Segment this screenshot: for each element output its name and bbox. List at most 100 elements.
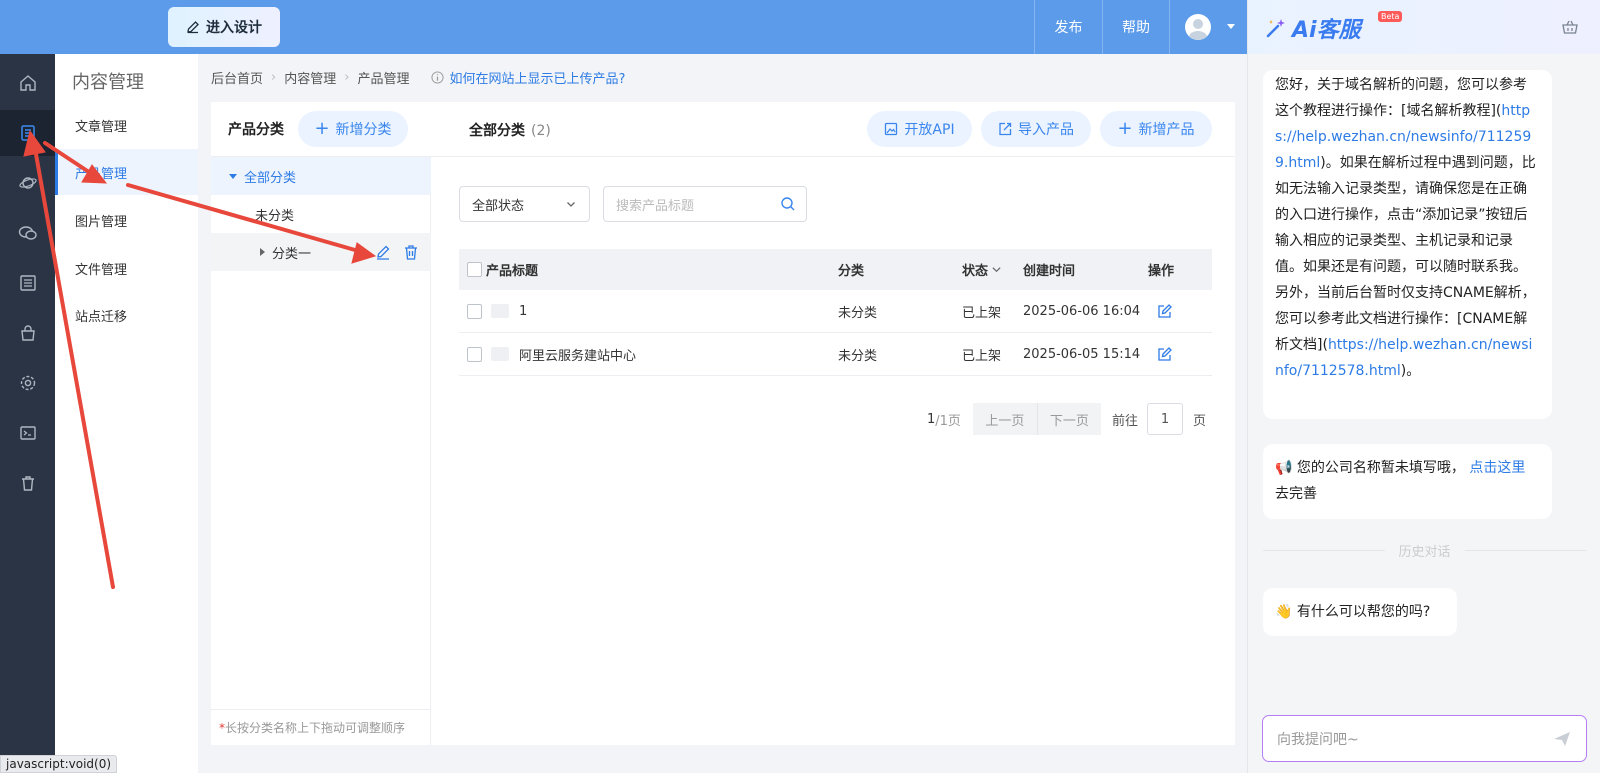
magic-wand-icon [1266,19,1285,38]
col-status[interactable]: 状态 [962,249,1002,290]
history-divider: 历史对话 [1263,541,1586,560]
page-number-input[interactable]: 1 [1146,403,1183,435]
help-link[interactable]: 如何在网站上显示已上传产品? [431,68,625,87]
add-category-label: 新增分类 [335,122,392,138]
edit-icon[interactable] [1157,333,1172,375]
nav-title: 内容管理 [72,72,144,93]
caret-down-icon[interactable] [229,173,237,179]
import-products-button[interactable]: 导入产品 [981,111,1091,147]
nav-item-products[interactable]: 产品管理 [55,149,198,195]
breadcrumb: 后台首页 › 内容管理 › 产品管理 如何在网站上显示已上传产品? [211,68,625,87]
megaphone-icon: 📢 [1275,460,1293,476]
browser-status-bar: javascript:void(0) [0,755,118,773]
table-row: 1 未分类 已上架 2025-06-06 16:04 [459,290,1212,333]
ai-chat-panel: Ai客服 Beta 您好，关于域名解析的问题，您可以参考这个教程进行操作：[域名… [1247,0,1600,773]
col-category: 分类 [838,264,865,279]
trash-icon[interactable] [403,244,419,260]
status-filter-select[interactable]: 全部状态 [459,186,590,222]
category-title: 产品分类 [228,122,284,138]
enter-design-button[interactable]: 进入设计 [168,7,280,47]
user-menu-caret-icon[interactable] [1227,24,1235,29]
avatar[interactable] [1185,14,1211,40]
pager-current: 1 [927,411,936,427]
select-all-checkbox[interactable] [467,249,482,290]
chat-message-answer: 您好，关于域名解析的问题，您可以参考这个教程进行操作：[域名解析教程](http… [1263,70,1552,419]
tree-item-label: 全部分类 [244,170,297,186]
gear-icon[interactable] [0,360,55,406]
nav-item-images[interactable]: 图片管理 [55,197,198,243]
list-icon[interactable] [0,260,55,306]
message-text: 您好，关于域名解析的问题，您可以参考这个教程进行操作：[域名解析教程]( [1275,77,1527,119]
send-icon[interactable] [1552,729,1572,749]
pencil-icon [187,21,199,34]
message-text: 您的公司名称暂未填写哦， [1296,460,1465,476]
caret-right-icon[interactable] [260,248,265,256]
product-status: 已上架 [962,348,1002,364]
add-product-button[interactable]: + 新增产品 [1100,111,1212,147]
prev-page-button[interactable]: 上一页 [972,403,1037,435]
basket-icon[interactable] [1561,18,1579,36]
page-unit-label: 页 [1192,413,1206,429]
product-table: 产品标题 分类 状态 创建时间 操作 1 未分类 已上架 2025-06-06 … [459,249,1212,376]
content-icon[interactable] [0,110,55,156]
next-page-button[interactable]: 下一页 [1036,403,1101,435]
nav-item-migration[interactable]: 站点迁移 [55,292,198,338]
open-api-button[interactable]: 开放API [867,111,972,147]
content-nav: 内容管理 文章管理 产品管理 图片管理 文件管理 站点迁移 [55,54,198,773]
tree-item-uncategorized[interactable]: 未分类 [211,195,431,233]
trash-icon[interactable] [0,460,55,506]
row-checkbox[interactable] [467,290,482,332]
message-text: 去完善 [1275,486,1317,502]
edit-icon[interactable] [1157,290,1172,332]
search-icon[interactable] [780,196,796,212]
brand-name: Ai客服 [1292,18,1361,43]
product-header: 全部分类 (2) 开放API 导入产品 + 新增产品 [431,102,1235,157]
help-link[interactable]: 帮助 [1103,0,1169,54]
tree-item-category-one[interactable]: 分类一 [211,233,431,271]
current-category: 全部分类 [469,123,525,139]
chat-icon[interactable] [0,210,55,256]
shop-icon[interactable] [0,310,55,356]
chevron-right-icon: › [271,70,277,85]
chevron-right-icon: › [344,70,350,85]
add-category-button[interactable]: + 新增分类 [298,111,408,147]
footer-hint-text: 长按分类名称上下拖动可调整顺序 [225,721,406,735]
terminal-icon[interactable] [0,410,55,456]
waving-hand-icon: 👋 [1275,604,1293,620]
info-icon [431,71,444,84]
publish-link[interactable]: 发布 [1035,0,1102,54]
product-search-input[interactable]: 搜索产品标题 [603,186,807,222]
beta-badge: Beta [1378,11,1403,22]
product-title[interactable]: 1 [519,290,527,332]
col-created: 创建时间 [1023,264,1076,279]
planet-icon[interactable] [0,160,55,206]
home-icon[interactable] [0,60,55,106]
complete-company-link[interactable]: 点击这里 [1469,460,1525,476]
row-checkbox[interactable] [467,333,482,375]
col-title: 产品标题 [486,264,539,279]
import-products-label: 导入产品 [1018,122,1074,138]
enter-design-label: 进入设计 [206,20,262,36]
category-footer-hint: * 长按分类名称上下拖动可调整顺序 [211,709,431,745]
table-header: 产品标题 分类 状态 创建时间 操作 [459,249,1212,290]
product-created: 2025-06-06 16:04 [1023,303,1141,319]
edit-icon[interactable] [375,244,391,260]
category-tree: 全部分类 未分类 分类一 * 长按分类名称上下拖动可调整顺序 [211,157,431,745]
chat-input-placeholder: 向我提问吧~ [1277,731,1359,748]
product-title[interactable]: 阿里云服务建站中心 [519,333,636,375]
chevron-down-icon [992,267,1001,273]
history-label[interactable]: 历史对话 [1384,541,1465,560]
plus-icon: + [1117,118,1133,139]
nav-item-files[interactable]: 文件管理 [55,245,198,291]
breadcrumb-home[interactable]: 后台首页 [211,68,263,87]
image-icon [885,122,898,136]
product-thumbnail [481,290,509,332]
pagination: 1 /1页 上一页 下一页 前往 1 页 [927,403,1206,435]
chat-message-greeting: 👋 有什么可以帮您的吗? [1263,588,1457,636]
table-row: 阿里云服务建站中心 未分类 已上架 2025-06-05 15:14 [459,333,1212,376]
chat-input[interactable]: 向我提问吧~ [1262,715,1587,762]
ai-logo: Ai客服 [1264,12,1361,44]
tree-item-all[interactable]: 全部分类 [211,157,431,195]
breadcrumb-content[interactable]: 内容管理 [284,68,336,87]
nav-item-articles[interactable]: 文章管理 [55,102,198,148]
